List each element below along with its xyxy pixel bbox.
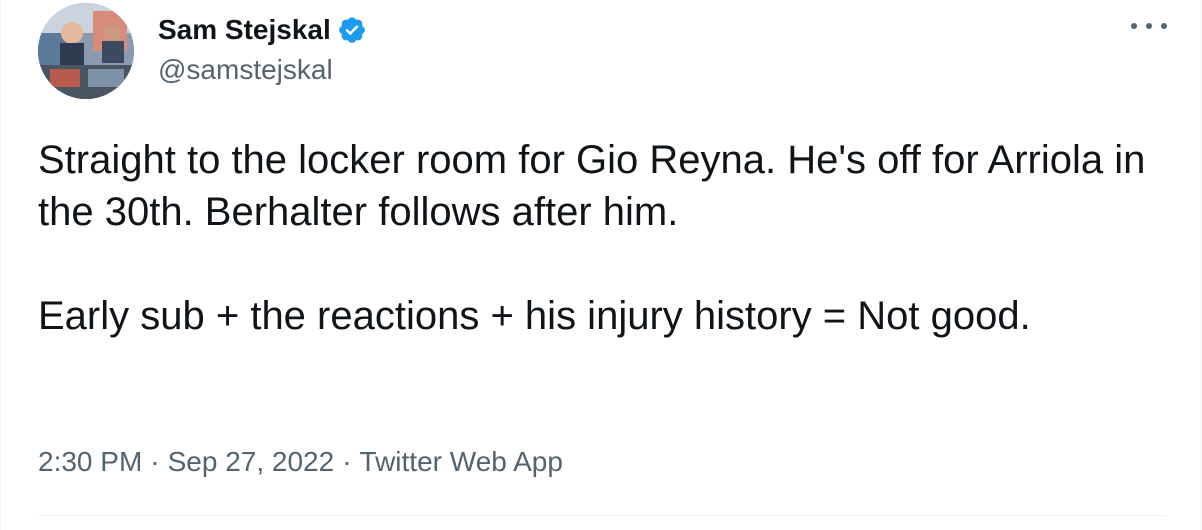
- tweet-date[interactable]: Sep 27, 2022: [168, 446, 335, 477]
- tweet-paragraph: Early sub + the reactions + his injury h…: [38, 294, 1031, 338]
- verified-badge-icon: [337, 15, 367, 45]
- author-display-name[interactable]: Sam Stejskal: [158, 12, 367, 48]
- author-name-text[interactable]: Sam Stejskal: [158, 12, 331, 48]
- divider: [38, 515, 1167, 516]
- dot: [1146, 23, 1152, 29]
- dot: [1131, 23, 1137, 29]
- tweet-time[interactable]: 2:30 PM: [38, 446, 142, 477]
- tweet-source[interactable]: Twitter Web App: [360, 446, 563, 477]
- dot: [1161, 23, 1167, 29]
- author-handle[interactable]: @samstejskal: [158, 52, 333, 88]
- more-horizontal-icon[interactable]: [1131, 14, 1167, 38]
- avatar[interactable]: [38, 3, 134, 99]
- meta-separator: ·: [150, 446, 160, 477]
- tweet-card: Sam Stejskal @samstejskal Straight to th…: [0, 0, 1202, 530]
- meta-separator: ·: [342, 446, 352, 477]
- tweet-paragraph: Straight to the locker room for Gio Reyn…: [38, 138, 1146, 234]
- tweet-text: Straight to the locker room for Gio Reyn…: [38, 134, 1168, 342]
- tweet-meta: 2:30 PM · Sep 27, 2022 · Twitter Web App: [38, 444, 563, 480]
